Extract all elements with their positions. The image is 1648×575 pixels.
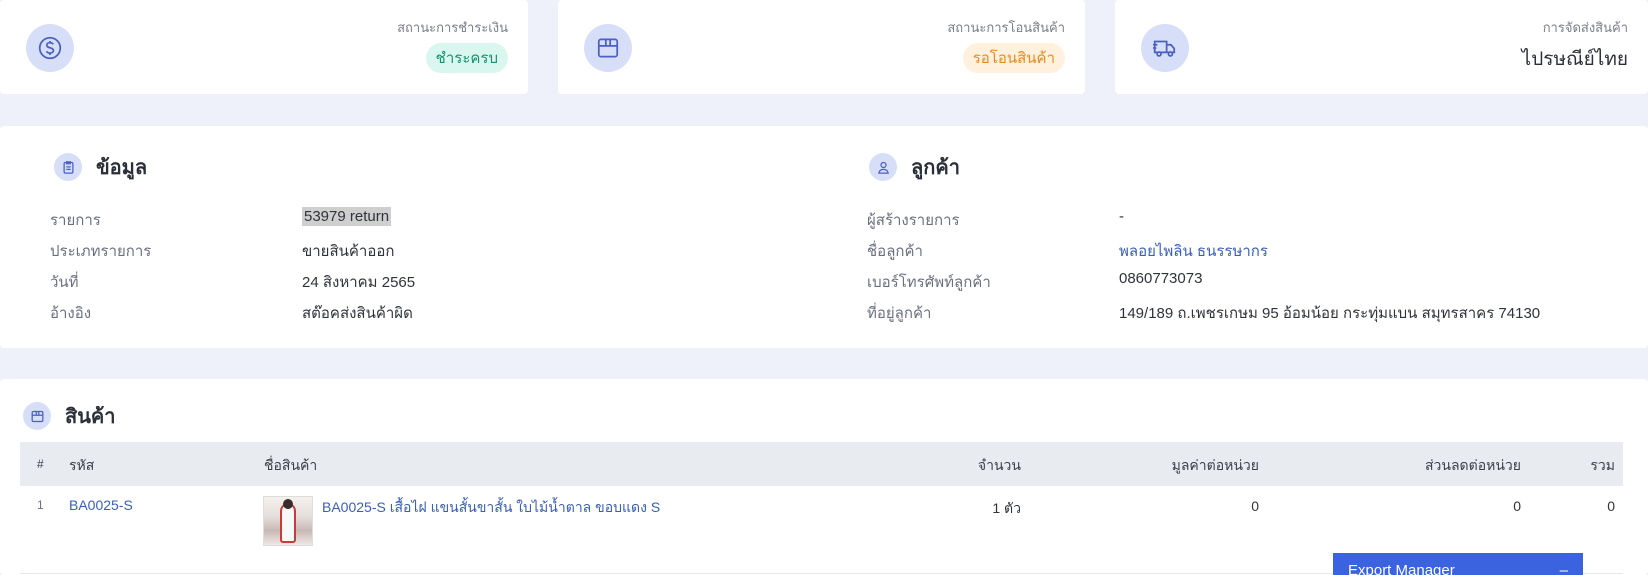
info-section-header: ข้อมูล — [54, 151, 147, 183]
info-label-type: ประเภทรายการ — [50, 243, 152, 260]
info-label-reference: อ้างอิง — [50, 305, 92, 322]
order-number-text: 53979 return — [302, 207, 392, 226]
box-icon — [23, 402, 51, 430]
product-name-link[interactable]: BA0025-S เสื้อไฝ แขนสั้นขาสั้น ใบไม้น้ำต… — [322, 497, 660, 519]
info-label-date: วันที่ — [50, 274, 79, 291]
box-icon — [584, 24, 632, 72]
customer-name-link[interactable]: พลอยไพลิน ธนรรษากร — [1119, 239, 1268, 263]
info-value-order: 53979 return — [302, 207, 392, 226]
customer-label-phone: เบอร์โทรศัพท์ลูกค้า — [867, 274, 991, 291]
customer-label-name: ชื่อลูกค้า — [867, 243, 923, 260]
column-header-number: # — [37, 457, 44, 471]
user-icon — [869, 153, 897, 181]
shipping-label: การจัดส่งสินค้า — [1542, 20, 1628, 35]
shipping-value: ไปรษณีย์ไทย — [1521, 49, 1628, 70]
column-header-quantity: จำนวน — [977, 457, 1021, 473]
payment-status-badge: ชำระครบ — [425, 43, 508, 73]
export-manager-title: Export Manager — [1348, 562, 1455, 575]
info-value-reference: สต๊อคส่งสินค้าผิด — [302, 305, 413, 322]
column-header-unit-price: มูลค่าต่อหน่วย — [1171, 457, 1259, 473]
customer-label-creator: ผู้สร้างรายการ — [867, 212, 960, 229]
order-info-card: ข้อมูล รายการ 53979 return ประเภทรายการ … — [0, 126, 1648, 348]
clipboard-icon — [54, 153, 82, 181]
products-section-header: สินค้า — [23, 400, 116, 432]
customer-section-header: ลูกค้า — [869, 151, 960, 183]
product-total: 0 — [1607, 498, 1615, 514]
payment-status-card: สถานะการชำระเงิน ชำระครบ — [0, 0, 528, 94]
row-number: 1 — [37, 498, 44, 512]
column-header-discount: ส่วนลดต่อหน่วย — [1424, 457, 1521, 473]
info-value-date: 24 สิงหาคม 2565 — [302, 274, 416, 291]
product-quantity: 1 ตัว — [992, 500, 1021, 516]
product-unit-price: 0 — [1251, 498, 1259, 514]
export-manager-toggle[interactable]: – — [1560, 562, 1568, 575]
info-title: ข้อมูล — [96, 157, 148, 179]
customer-title: ลูกค้า — [911, 157, 960, 179]
products-card: สินค้า # รหัส ชื่อสินค้า จำนวน มูลค่าต่อ… — [0, 379, 1648, 575]
dollar-circle-icon — [26, 24, 74, 72]
customer-value-phone: 0860773073 — [1119, 270, 1203, 287]
column-header-name: ชื่อสินค้า — [264, 457, 318, 473]
table-header: # รหัส ชื่อสินค้า จำนวน มูลค่าต่อหน่วย ส… — [20, 442, 1623, 486]
info-label-order: รายการ — [50, 212, 101, 229]
transfer-status-card: สถานะการโอนสินค้า รอโอนสินค้า — [558, 0, 1085, 94]
transfer-status-badge: รอโอนสินค้า — [962, 43, 1065, 73]
payment-status-label: สถานะการชำระเงิน — [397, 20, 508, 35]
product-thumbnail[interactable] — [263, 496, 313, 546]
shipping-card: การจัดส่งสินค้า ไปรษณีย์ไทย — [1115, 0, 1648, 94]
customer-label-address: ที่อยู่ลูกค้า — [867, 305, 932, 322]
column-header-code: รหัส — [69, 457, 95, 473]
product-discount: 0 — [1513, 498, 1521, 514]
products-title: สินค้า — [65, 406, 116, 428]
truck-icon — [1141, 24, 1189, 72]
export-manager-panel[interactable]: Export Manager – — [1333, 553, 1583, 575]
customer-value-creator: - — [1119, 208, 1124, 225]
info-value-type: ขายสินค้าออก — [302, 243, 395, 260]
transfer-status-label: สถานะการโอนสินค้า — [947, 20, 1065, 35]
product-code-link[interactable]: BA0025-S — [69, 497, 133, 513]
customer-value-address: 149/189 ถ.เพชรเกษม 95 อ้อมน้อย กระทุ่มแบ… — [1119, 305, 1541, 322]
column-header-total: รวม — [1590, 457, 1615, 473]
